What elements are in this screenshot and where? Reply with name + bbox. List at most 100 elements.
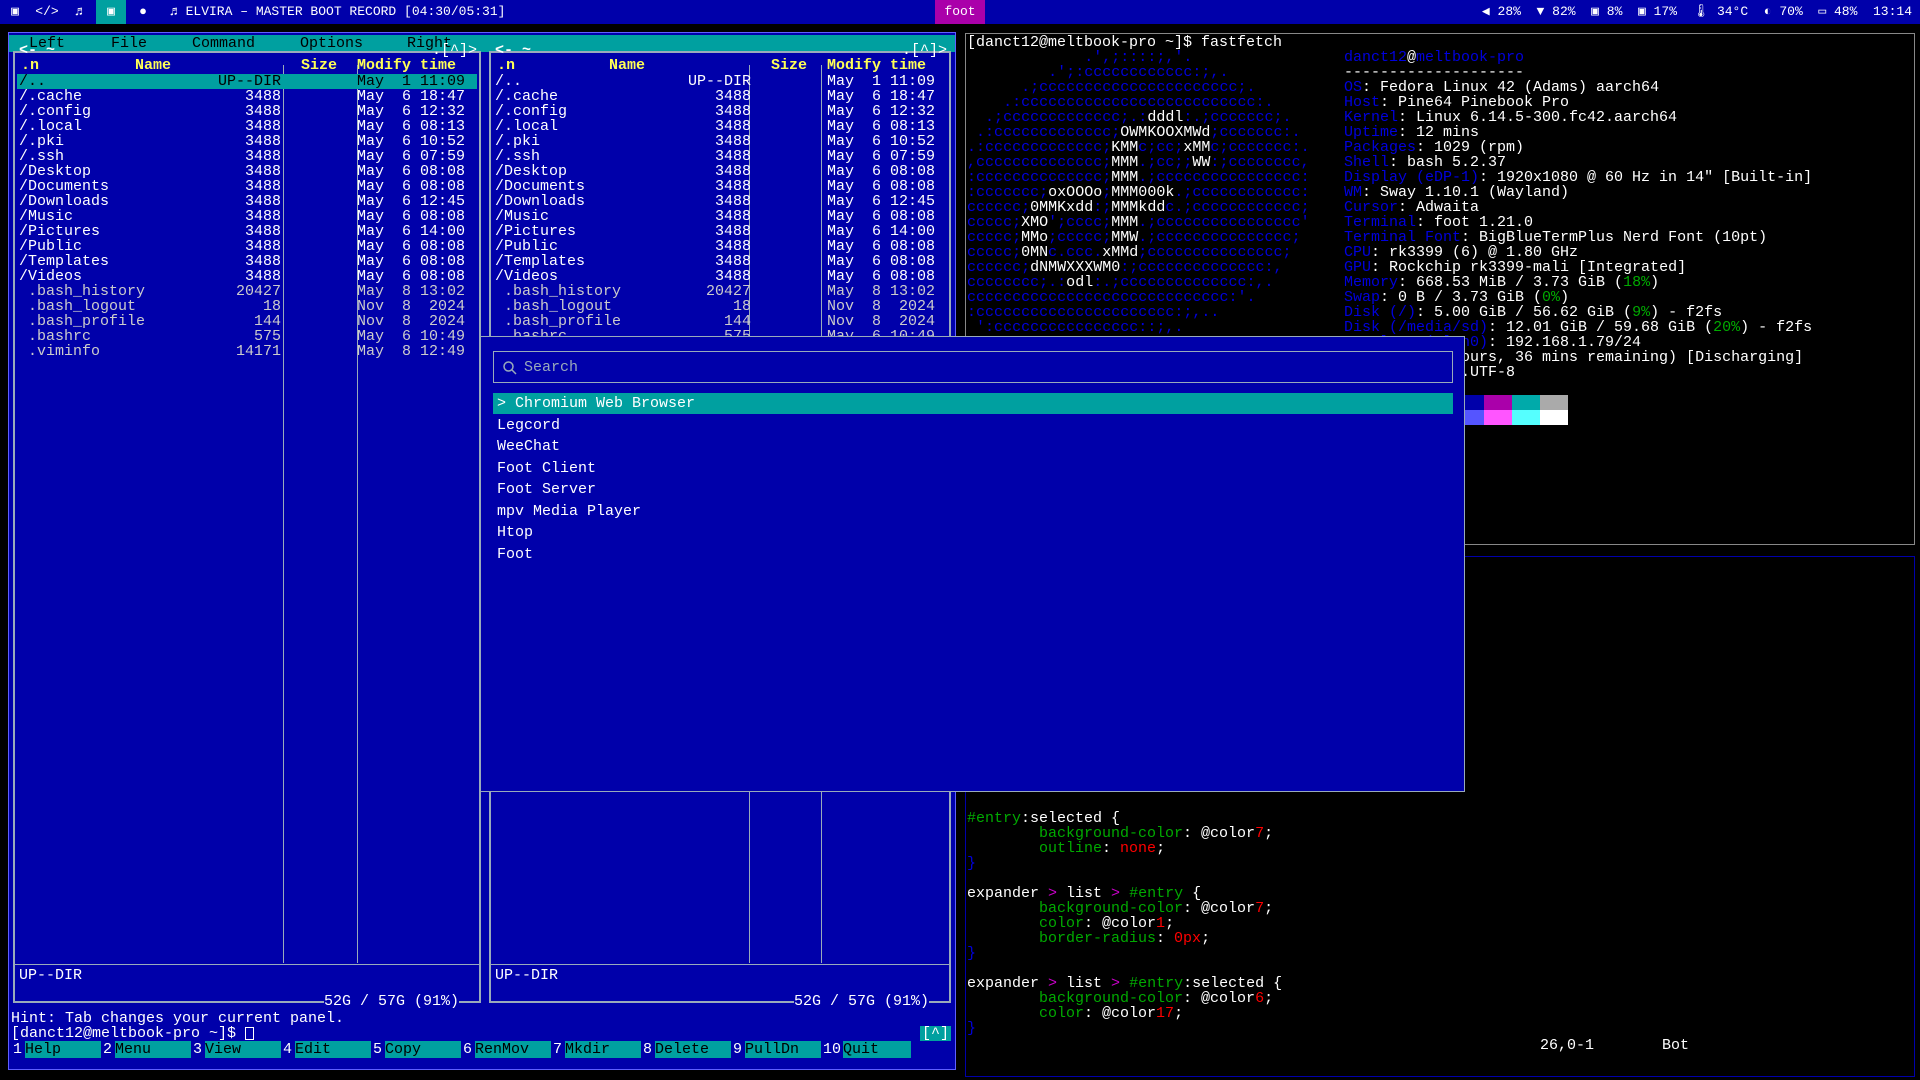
fkey-number: 4 (283, 1041, 293, 1058)
shell-prompt[interactable]: [danct12@meltbook-pro ~]$ (11, 1026, 255, 1041)
file-row[interactable]: /Videos 3488 May 6 08:08 (17, 269, 477, 284)
file-mtime: May 6 08:08 (827, 268, 936, 285)
file-name: /.local (19, 118, 83, 135)
column-header-size[interactable]: Size (771, 58, 807, 73)
menu-options[interactable]: Options (300, 35, 363, 52)
search-placeholder: Search (524, 359, 579, 376)
launcher-entry[interactable]: Foot Server (493, 479, 1453, 500)
file-row[interactable]: /.ssh 3488 May 6 07:59 (17, 149, 477, 164)
file-row[interactable]: /Pictures 3488 May 6 14:00 (493, 224, 947, 239)
code-token: } (967, 945, 977, 962)
file-name: .viminfo (19, 343, 101, 360)
file-row[interactable]: .bash_history 20427 May 8 13:02 (17, 284, 477, 299)
left-panel[interactable]: <- ~ .[^]> .n Name Size Modify time /.. UP--DI… (13, 43, 481, 1009)
launcher-entry-label: WeeChat (497, 438, 561, 455)
file-row[interactable]: /Downloads 3488 May 6 12:45 (17, 194, 477, 209)
file-row[interactable]: /Public 3488 May 6 08:08 (493, 239, 947, 254)
code-token: ; (1201, 930, 1211, 947)
workspace-2-button[interactable]: </> (32, 0, 62, 24)
file-row[interactable]: .viminfo 14171 May 8 12:49 (17, 344, 477, 359)
file-row[interactable]: /.config 3488 May 6 12:32 (17, 104, 477, 119)
fkey-label: Copy (385, 1041, 461, 1058)
cursor-block (245, 1026, 255, 1040)
file-row[interactable]: .bash_history 20427 May 8 13:02 (493, 284, 947, 299)
file-row[interactable]: /.pki 3488 May 6 10:52 (17, 134, 477, 149)
file-row[interactable]: /.cache 3488 May 6 18:47 (17, 89, 477, 104)
file-row[interactable]: /Downloads 3488 May 6 12:45 (493, 194, 947, 209)
info-line: CPU: rk3399 (6) @ 1.80 GHz (1344, 245, 1578, 260)
file-row[interactable]: .bash_profile 144 Nov 8 2024 (493, 314, 947, 329)
launcher-entry[interactable]: Htop (493, 522, 1453, 543)
column-header-name[interactable]: Name (135, 58, 171, 73)
file-row[interactable]: /.local 3488 May 6 08:13 (17, 119, 477, 134)
search-input[interactable]: Search (493, 351, 1453, 383)
fkey-menu[interactable]: 2 Menu (103, 1041, 191, 1058)
launcher-entry[interactable]: Legcord (493, 415, 1453, 436)
file-row[interactable]: /Desktop 3488 May 6 08:08 (493, 164, 947, 179)
file-row[interactable]: .bashrc 575 May 6 10:49 (17, 329, 477, 344)
info-line: GPU: Rockchip rk3399-mali [Integrated] (1344, 260, 1686, 275)
fkey-edit[interactable]: 4 Edit (283, 1041, 371, 1058)
menu-file[interactable]: File (111, 35, 147, 52)
fkey-renmov[interactable]: 6 RenMov (463, 1041, 551, 1058)
file-row[interactable]: .bash_logout 18 Nov 8 2024 (493, 299, 947, 314)
file-row[interactable]: /.config 3488 May 6 12:32 (493, 104, 947, 119)
file-row[interactable]: /Pictures 3488 May 6 14:00 (17, 224, 477, 239)
fkey-copy[interactable]: 5 Copy (373, 1041, 461, 1058)
menu-command[interactable]: Command (192, 35, 255, 52)
file-size: 3488 (714, 253, 751, 270)
code-token: color (967, 1005, 1085, 1022)
file-mtime: May 6 12:45 (827, 193, 936, 210)
info-line: Display (eDP-1): 1920x1080 @ 60 Hz in 14… (1344, 170, 1812, 185)
file-row[interactable]: /.pki 3488 May 6 10:52 (493, 134, 947, 149)
launcher-entry[interactable]: Foot (493, 544, 1453, 565)
panel-corner[interactable]: .[^]> (902, 43, 947, 58)
fkey-view[interactable]: 3 View (193, 1041, 281, 1058)
column-header-time[interactable]: Modify time (357, 58, 456, 73)
info-line: Uptime: 12 mins (1344, 125, 1479, 140)
file-mtime: May 6 08:08 (357, 268, 466, 285)
file-row[interactable]: .bash_logout 18 Nov 8 2024 (17, 299, 477, 314)
file-row[interactable]: /.local 3488 May 6 08:13 (493, 119, 947, 134)
file-name: .bash_logout (495, 298, 613, 315)
fkey-label: Menu (115, 1041, 191, 1058)
file-row[interactable]: /Videos 3488 May 6 08:08 (493, 269, 947, 284)
file-row[interactable]: /Templates 3488 May 6 08:08 (493, 254, 947, 269)
workspace-4-button[interactable]: ▣ (96, 0, 126, 24)
fkey-number: 7 (553, 1041, 563, 1058)
column-header-size[interactable]: Size (301, 58, 337, 73)
file-row[interactable]: /.. UP--DIR May 1 11:09 (17, 74, 477, 89)
launcher-entry[interactable]: WeeChat (493, 436, 1453, 457)
info-line: Memory: 668.53 MiB / 3.73 GiB (18%) (1344, 275, 1659, 290)
file-row[interactable]: /Templates 3488 May 6 08:08 (17, 254, 477, 269)
workspace-5-button[interactable]: ● (128, 0, 158, 24)
fkey-delete[interactable]: 8 Delete (643, 1041, 731, 1058)
file-row[interactable]: /Public 3488 May 6 08:08 (17, 239, 477, 254)
launcher-entry[interactable]: mpv Media Player (493, 501, 1453, 522)
file-row[interactable]: /.ssh 3488 May 6 07:59 (493, 149, 947, 164)
info-percent: 18% (1623, 274, 1651, 291)
file-name: /Videos (19, 268, 83, 285)
fkey-help[interactable]: 1 Help (13, 1041, 101, 1058)
file-row[interactable]: /Music 3488 May 6 08:08 (493, 209, 947, 224)
launcher-entry[interactable]: > Chromium Web Browser (493, 393, 1453, 414)
fkey-label: PullDn (745, 1041, 821, 1058)
file-row[interactable]: /Music 3488 May 6 08:08 (17, 209, 477, 224)
column-header-name[interactable]: Name (609, 58, 645, 73)
file-row[interactable]: /.cache 3488 May 6 18:47 (493, 89, 947, 104)
panel-corner[interactable]: .[^]> (432, 43, 477, 58)
workspace-1-button[interactable]: ▣ (0, 0, 30, 24)
file-name: .bash_history (495, 283, 622, 300)
column-header-time[interactable]: Modify time (827, 58, 926, 73)
file-row[interactable]: /Documents 3488 May 6 08:08 (17, 179, 477, 194)
launcher-entry[interactable]: Foot Client (493, 458, 1453, 479)
file-row[interactable]: /Documents 3488 May 6 08:08 (493, 179, 947, 194)
workspace-3-button[interactable]: ♬ (64, 0, 94, 24)
file-row[interactable]: /.. UP--DIR May 1 11:09 (493, 74, 947, 89)
file-row[interactable]: .bash_profile 144 Nov 8 2024 (17, 314, 477, 329)
fkey-number: 5 (373, 1041, 383, 1058)
fkey-pulldn[interactable]: 9 PullDn (733, 1041, 821, 1058)
fkey-mkdir[interactable]: 7 Mkdir (553, 1041, 641, 1058)
fkey-quit[interactable]: 10 Quit (823, 1041, 911, 1058)
file-row[interactable]: /Desktop 3488 May 6 08:08 (17, 164, 477, 179)
